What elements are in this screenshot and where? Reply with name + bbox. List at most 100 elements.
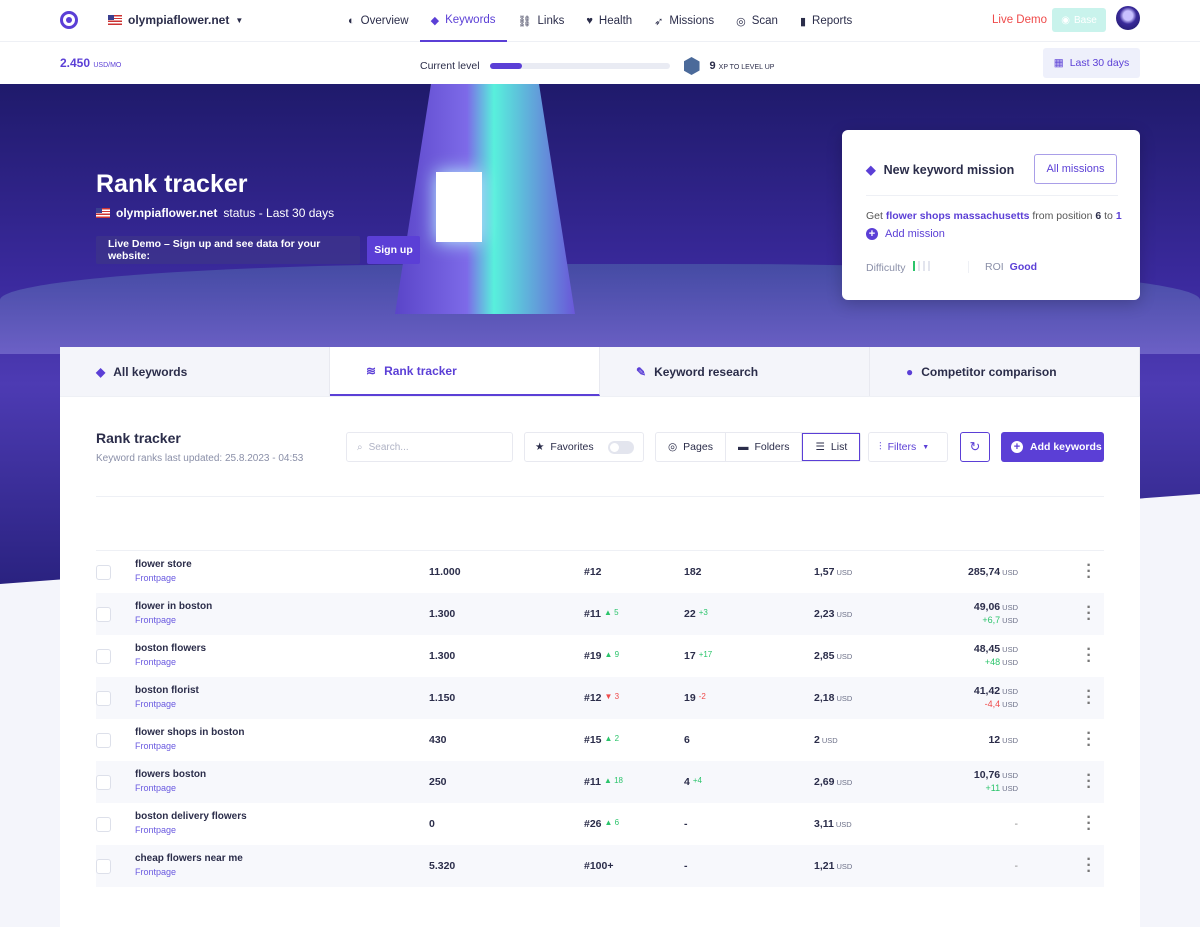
cpc-value: 2,69	[814, 776, 835, 788]
table-row[interactable]: boston florist Frontpage 1.150 #12 ▼ 3 19…	[96, 677, 1104, 719]
filters-dropdown[interactable]: ⫶ Filters ▼	[868, 432, 948, 462]
base-button[interactable]: ◉ Base	[1052, 8, 1106, 32]
difficulty-bar	[913, 261, 916, 271]
value-change: +48	[984, 657, 1001, 667]
add-keywords-button[interactable]: + Add keywords	[1001, 432, 1104, 462]
tab-keyword-research[interactable]: ✎ Keyword research	[600, 347, 870, 396]
view-switcher: ◎ Pages ▬ Folders ☰ List	[655, 432, 862, 462]
date-range-button[interactable]: ▦ Last 30 days	[1043, 48, 1140, 78]
row-checkbox[interactable]	[96, 691, 111, 706]
toggle-switch[interactable]	[607, 440, 634, 454]
more-options-icon[interactable]: · · ·	[1086, 726, 1092, 754]
list-view-button[interactable]: ☰ List	[802, 433, 861, 461]
search-input[interactable]: ⌕ Search...	[346, 432, 513, 462]
budget: 2.450 USD/MO	[60, 56, 121, 70]
favorites-toggle[interactable]: ★ Favorites	[524, 432, 644, 462]
row-checkbox[interactable]	[96, 775, 111, 790]
nav-health[interactable]: ♥ Health	[575, 0, 643, 42]
cpc-value: 2,18	[814, 692, 835, 704]
telescope-icon: ✎	[636, 364, 647, 379]
plan-icon: ◉	[1061, 14, 1070, 26]
tab-all-keywords[interactable]: ◆ All keywords	[60, 347, 330, 396]
value-amount: 10,76	[973, 769, 1001, 781]
row-checkbox[interactable]	[96, 565, 111, 580]
table-row[interactable]: flower in boston Frontpage 1.300 #11 ▲ 5 …	[96, 593, 1104, 635]
search-placeholder: Search...	[368, 441, 409, 453]
page-link[interactable]: Frontpage	[135, 657, 176, 667]
currency: USD	[1002, 736, 1018, 745]
value-change: +6,7	[982, 615, 1001, 625]
more-options-icon[interactable]: · · ·	[1086, 684, 1092, 712]
more-options-icon[interactable]: · · ·	[1086, 558, 1092, 586]
logo-icon[interactable]	[60, 11, 78, 29]
difficulty: Difficulty	[866, 261, 933, 274]
table-row[interactable]: flower store Frontpage 11.000 #12 182 1,…	[96, 551, 1104, 593]
tab-competitor-comparison[interactable]: ● Competitor comparison	[870, 347, 1140, 396]
cpc: 2,18 USD	[814, 692, 852, 704]
more-options-icon[interactable]: · · ·	[1086, 852, 1092, 880]
add-mission-button[interactable]: + Add mission	[866, 228, 945, 240]
avatar[interactable]	[1116, 6, 1140, 30]
value: 41,42 USD -4,4 USD	[974, 685, 1018, 709]
tab-rank-tracker[interactable]: ≋ Rank tracker	[330, 347, 600, 396]
more-options-icon[interactable]: · · ·	[1086, 810, 1092, 838]
nav-overview[interactable]: ◐ Overview	[337, 0, 420, 42]
signup-button[interactable]: Sign up	[367, 236, 420, 264]
hero-status: olympiaflower.net status - Last 30 days	[96, 206, 334, 220]
table-row[interactable]: cheap flowers near me Frontpage 5.320 #1…	[96, 845, 1104, 887]
nav-links[interactable]: ⛓ Links	[507, 0, 576, 42]
table-row[interactable]: flower shops in boston Frontpage 430 #15…	[96, 719, 1104, 761]
alien-icon: ●	[906, 364, 914, 379]
row-checkbox[interactable]	[96, 817, 111, 832]
cpc-value: 2,23	[814, 608, 835, 620]
more-options-icon[interactable]: · · ·	[1086, 642, 1092, 670]
page-link[interactable]: Frontpage	[135, 699, 176, 709]
more-options-icon[interactable]: · · ·	[1086, 768, 1092, 796]
table-row[interactable]: boston flowers Frontpage 1.300 #19 ▲ 9 17…	[96, 635, 1104, 677]
table-row[interactable]: boston delivery flowers Frontpage 0 #26 ▲…	[96, 803, 1104, 845]
page-link[interactable]: Frontpage	[135, 573, 176, 583]
page-link[interactable]: Frontpage	[135, 741, 176, 751]
search-volume: 250	[429, 776, 447, 788]
row-checkbox[interactable]	[96, 649, 111, 664]
mission-keyword[interactable]: flower shops massachusetts	[886, 210, 1030, 222]
visits-value: 182	[684, 566, 702, 578]
row-checkbox[interactable]	[96, 607, 111, 622]
nav-missions[interactable]: ➶ Missions	[643, 0, 725, 42]
more-options-icon[interactable]: · · ·	[1086, 600, 1092, 628]
nav-label: Missions	[669, 15, 715, 27]
pages-view-button[interactable]: ◎ Pages	[656, 433, 726, 461]
live-demo-link[interactable]: Live Demo	[992, 14, 1047, 26]
plus-icon: +	[1011, 441, 1023, 453]
tag-icon: ◆	[430, 14, 440, 27]
nav-reports[interactable]: ▮ Reports	[789, 0, 863, 42]
price-unit: USD/MO	[93, 62, 122, 69]
refresh-button[interactable]: ↻	[960, 432, 990, 462]
nav-scan[interactable]: ◎ Scan	[725, 0, 789, 42]
all-missions-button[interactable]: All missions	[1034, 154, 1117, 184]
site-selector[interactable]: olympiaflower.net ▼	[108, 13, 243, 27]
currency: USD	[1002, 771, 1018, 780]
currency: USD	[836, 694, 853, 703]
folders-view-button[interactable]: ▬ Folders	[726, 433, 803, 461]
visits-change: +3	[698, 608, 708, 617]
cpc: 3,11 USD	[814, 818, 852, 830]
folder-icon: ▬	[737, 441, 749, 453]
nav-label: Keywords	[445, 14, 496, 26]
chevron-down-icon: ▼	[922, 443, 930, 451]
table-row[interactable]: flowers boston Frontpage 250 #11 ▲ 18 4 +4…	[96, 761, 1104, 803]
page-link[interactable]: Frontpage	[135, 615, 176, 625]
keyword-mission-card: ◆ New keyword mission All missions Get fl…	[842, 130, 1140, 300]
row-checkbox[interactable]	[96, 733, 111, 748]
currency: USD	[836, 862, 853, 871]
page-link[interactable]: Frontpage	[135, 825, 176, 835]
heart-icon: ♥	[586, 15, 593, 27]
refresh-icon: ↻	[969, 439, 981, 454]
page-link[interactable]: Frontpage	[135, 867, 176, 877]
search-volume: 0	[429, 818, 435, 830]
add-mission-label: Add mission	[885, 228, 945, 240]
nav-keywords[interactable]: ◆ Keywords	[419, 0, 507, 42]
page-link[interactable]: Frontpage	[135, 783, 176, 793]
row-checkbox[interactable]	[96, 859, 111, 874]
rank: #100+	[584, 860, 614, 872]
